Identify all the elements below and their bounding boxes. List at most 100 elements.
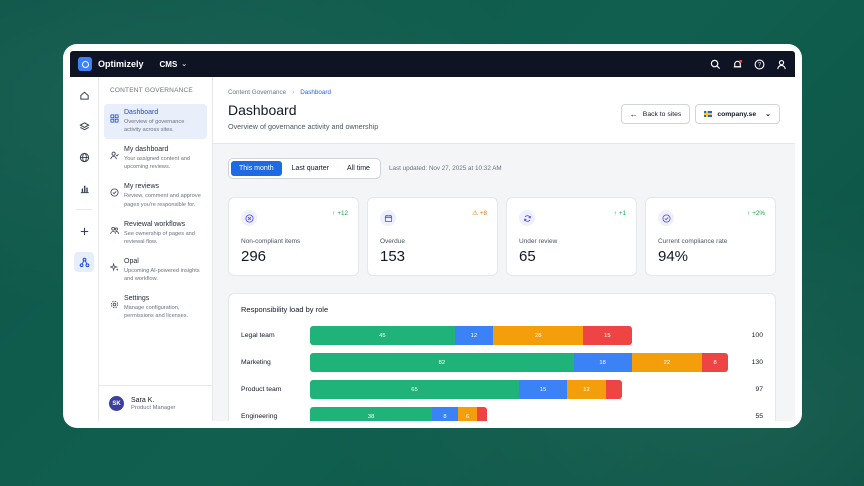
breadcrumb-separator: › [292, 89, 295, 96]
refresh-icon [519, 210, 535, 226]
period-this-month[interactable]: This month [231, 161, 282, 176]
rail-divider [76, 209, 92, 210]
sidebar-item-desc: Review, comment and approve pages you're… [124, 193, 201, 208]
icon-rail [70, 77, 99, 421]
calendar-icon [380, 210, 396, 226]
top-icons: ? [709, 58, 787, 70]
stat-card-overdue[interactable]: ⚠ +8 Overdue 153 [367, 197, 498, 276]
stat-delta-value: +2% [752, 210, 765, 217]
search-icon[interactable] [709, 58, 721, 70]
plus-icon[interactable] [74, 221, 94, 241]
bar-segment[interactable]: 38 [310, 407, 433, 421]
sidebar-item-my-reviews[interactable]: My reviews Review, comment and approve p… [104, 178, 207, 213]
bar-chart-icon[interactable] [74, 178, 94, 198]
sidebar-item-settings[interactable]: Settings Manage configuration, permissio… [104, 290, 207, 325]
sidebar-item-desc: Overview of governance activity across s… [124, 119, 185, 134]
header-actions: ← Back to sites company.se ⌄ [620, 104, 780, 124]
chevron-down-icon: ⌄ [765, 111, 771, 118]
stacked-bar: 65 15 12 [310, 380, 622, 399]
responsibility-load-panel: Responsibility load by role Legal team 45… [228, 293, 776, 421]
bar-segment[interactable] [477, 407, 487, 421]
stat-card-under-review[interactable]: ↑ +1 Under review 65 [506, 197, 637, 276]
user-profile[interactable]: SK Sara K. Product Manager [99, 385, 212, 421]
home-icon[interactable] [74, 85, 94, 105]
bar-segment[interactable]: 6 [457, 407, 478, 421]
bar-segment[interactable]: 12 [567, 380, 606, 399]
arrow-up-icon: ↑ [613, 210, 617, 217]
stat-cards: ↑ +12 Non-compliant items 296 ⚠ +8 Overdue… [228, 197, 776, 276]
period-all-time[interactable]: All time [339, 161, 378, 176]
stat-label: Overdue [380, 238, 405, 245]
bar-segment[interactable]: 45 [310, 326, 455, 345]
sidebar-item-reviewal-workflows[interactable]: Reviewal workflows See ownership of page… [104, 216, 207, 251]
site-selector[interactable]: company.se ⌄ [695, 104, 780, 124]
sidebar-item-desc: Manage configuration, permissions and li… [124, 305, 189, 320]
user-role: Product Manager [131, 404, 176, 411]
period-last-quarter[interactable]: Last quarter [284, 161, 337, 176]
globe-icon[interactable] [74, 147, 94, 167]
arrow-up-icon: ↑ [747, 210, 751, 217]
stat-delta: ↑ +1 [614, 210, 626, 217]
responsibility-row: Legal team 45 12 28 15 100 [241, 326, 763, 345]
responsibility-row: Marketing 82 18 22 8 130 [241, 353, 763, 372]
stat-card-non-compliant[interactable]: ↑ +12 Non-compliant items 296 [228, 197, 359, 276]
bar-segment[interactable]: 65 [310, 380, 519, 399]
chevron-down-icon: ⌄ [181, 61, 188, 68]
bar-segment[interactable]: 28 [493, 326, 584, 345]
role-total: 100 [751, 332, 763, 339]
sidebar-item-dashboard[interactable]: Dashboard Overview of governance activit… [104, 104, 207, 140]
stacked-bar: 82 18 22 8 [310, 353, 728, 372]
main-content: Content Governance › Dashboard Dashboard… [213, 77, 795, 421]
stat-delta: ⚠ +8 [472, 210, 487, 217]
help-icon[interactable]: ? [753, 58, 765, 70]
bar-segment[interactable]: 8 [432, 407, 458, 421]
sidebar-section-title: Content Governance [110, 87, 193, 94]
stat-delta-value: +12 [337, 210, 348, 217]
role-label: Engineering [241, 413, 278, 420]
page-header: Content Governance › Dashboard Dashboard… [213, 77, 795, 144]
panel-title: Responsibility load by role [241, 305, 329, 314]
bar-segment[interactable]: 15 [518, 380, 568, 399]
breadcrumb-item[interactable]: Content Governance [228, 89, 286, 96]
user-icon[interactable] [775, 58, 787, 70]
site-selector-label: company.se [717, 110, 757, 118]
brand-name: Optimizely [98, 59, 144, 69]
sidebar-item-label: Opal [124, 257, 139, 265]
stat-label: Non-compliant items [241, 238, 301, 245]
grid-icon [110, 110, 119, 123]
bar-segment[interactable]: 12 [454, 326, 494, 345]
product-switcher[interactable]: CMS ⌄ [160, 60, 188, 69]
svg-text:?: ? [757, 62, 761, 68]
sidebar-item-my-dashboard[interactable]: My dashboard Your assigned content and u… [104, 141, 207, 176]
stat-value: 153 [380, 248, 406, 265]
stat-delta-value: +8 [479, 210, 487, 217]
role-label: Product team [241, 386, 282, 393]
period-filters: This month Last quarter All time Last up… [228, 158, 502, 179]
bar-segment[interactable]: 22 [631, 353, 703, 372]
bar-segment[interactable]: 15 [583, 326, 632, 345]
sidebar: Content Governance Dashboard Overview of… [99, 77, 213, 421]
sidebar-item-label: Settings [124, 295, 150, 303]
bar-segment[interactable]: 82 [310, 353, 574, 372]
layers-icon[interactable] [74, 116, 94, 136]
bar-segment[interactable] [605, 380, 622, 399]
last-updated: Last updated: Nov 27, 2025 at 10:32 AM [388, 165, 502, 172]
stat-value: 94% [658, 248, 689, 265]
sidebar-item-opal[interactable]: Opal Upcoming AI-powered insights and wo… [104, 253, 207, 288]
bar-segment[interactable]: 8 [702, 353, 728, 372]
role-label: Marketing [241, 359, 271, 366]
bar-segment[interactable]: 18 [573, 353, 632, 372]
back-to-sites-button[interactable]: ← Back to sites [620, 104, 691, 124]
sparkle-icon [109, 259, 119, 272]
arrow-up-icon: ↑ [332, 210, 336, 217]
governance-icon[interactable] [74, 252, 94, 272]
arrow-left-icon: ← [629, 109, 638, 119]
bell-icon[interactable] [731, 58, 743, 70]
stat-card-compliance-rate[interactable]: ↑ +2% Current compliance rate 94% [645, 197, 776, 276]
role-total: 97 [755, 386, 763, 393]
sidebar-item-desc: Upcoming AI-powered insights and workflo… [124, 267, 200, 282]
window-frame: Optimizely CMS ⌄ ? CONTENT GOVERNANCE Da… [63, 44, 802, 428]
stat-delta: ↑ +2% [747, 210, 765, 217]
breadcrumb-current: Dashboard [300, 89, 332, 96]
sidebar-item-desc: Your assigned content and upcoming revie… [124, 156, 191, 171]
